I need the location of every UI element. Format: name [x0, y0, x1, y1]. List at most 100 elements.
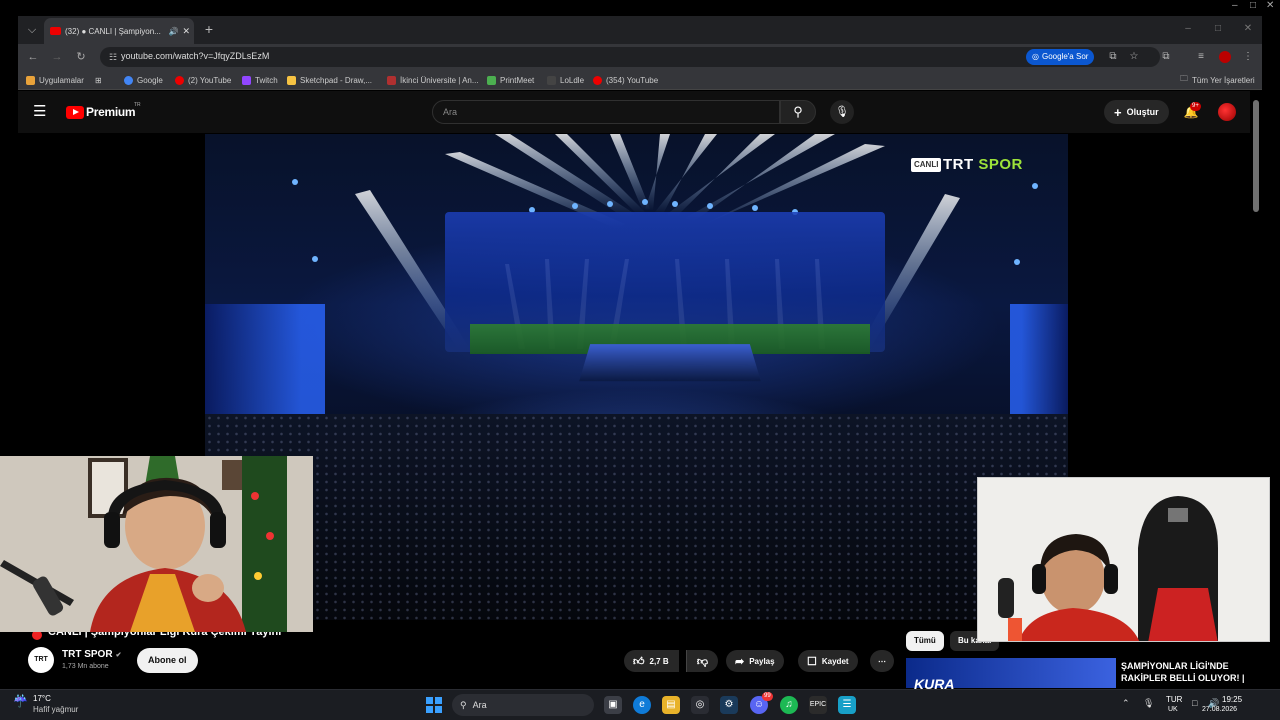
site-info-icon[interactable]: ☷	[106, 50, 120, 64]
close-window-button[interactable]: ✕	[1238, 20, 1258, 38]
maximize-button[interactable]: □	[1208, 20, 1228, 38]
keyboard-layout[interactable]: UK	[1168, 706, 1178, 713]
tray-expand-icon[interactable]: ⌃	[1122, 698, 1130, 709]
create-button[interactable]: + Oluştur	[1104, 100, 1169, 124]
weather-rain-icon[interactable]: ☔	[13, 694, 29, 708]
notifications-badge: 9+	[1190, 102, 1201, 111]
printmeet-icon	[487, 75, 496, 85]
search-icon: ⚲	[460, 699, 467, 710]
chip-all[interactable]: Tümü	[906, 631, 944, 651]
tab-active[interactable]: (32) ● CANLI | Şampiyon... 🔊 ✕	[44, 18, 194, 44]
outer-minimize-button[interactable]: –	[1232, 0, 1238, 11]
save-label: Kaydet	[821, 656, 849, 666]
search-icon: ⚲	[793, 104, 803, 119]
new-tab-button[interactable]: +	[200, 20, 218, 38]
epic-games-icon[interactable]: EPIC	[809, 696, 827, 714]
google-ask-button[interactable]: ◎ Google'a Sor	[1026, 49, 1095, 65]
save-button[interactable]: ☐ Kaydet	[798, 650, 858, 672]
channel-name-text: TRT SPOR	[62, 649, 113, 660]
bookmark-item[interactable]: (354) YouTube	[593, 73, 658, 87]
bookmark-item[interactable]: Sketchpad - Draw,...	[287, 73, 372, 87]
account-avatar[interactable]	[1218, 103, 1236, 121]
subscribe-button[interactable]: Abone ol	[137, 648, 198, 673]
thumbs-up-icon: 👍︎	[633, 655, 645, 668]
clock-date[interactable]: 27.08.2026	[1202, 706, 1237, 713]
start-button[interactable]	[426, 697, 442, 713]
stage-floor	[579, 344, 761, 382]
more-actions-button[interactable]: ⋯	[870, 650, 894, 672]
search-button[interactable]: ⚲	[780, 100, 816, 124]
bookmark-item[interactable]: PrintMeet	[487, 73, 534, 87]
bookmark-label: Sketchpad - Draw,...	[300, 75, 373, 85]
dislike-button[interactable]: 👎︎	[686, 650, 718, 672]
file-explorer-icon[interactable]: ▤	[662, 696, 680, 714]
youtube-logo-icon[interactable]	[66, 106, 84, 119]
weather-description[interactable]: Hafif yağmur	[33, 705, 78, 714]
bookmark-label: İkinci Üniversite | An...	[400, 75, 479, 85]
bookmark-label: (354) YouTube	[606, 75, 659, 85]
tab-audio-icon[interactable]: 🔊	[168, 27, 178, 36]
bookmark-item[interactable]: İkinci Üniversite | An...	[387, 73, 479, 87]
profile-avatar[interactable]	[1219, 51, 1231, 63]
voice-search-button[interactable]: 🎙	[830, 100, 854, 124]
taskbar-search[interactable]: ⚲ Ara	[452, 694, 594, 716]
edge-icon[interactable]: e	[633, 696, 651, 714]
bookmark-star-icon[interactable]: ☆	[1126, 49, 1142, 65]
share-label: Paylaş	[749, 656, 775, 666]
bookmark-item[interactable]: Twitch	[242, 73, 278, 87]
weather-temperature[interactable]: 17°C	[33, 694, 51, 703]
google-lens-icon: ◎	[1032, 52, 1039, 61]
loldle-icon	[547, 75, 556, 85]
bookmark-item[interactable]: Google	[124, 73, 163, 87]
microphone-icon[interactable]: 🎙	[1143, 698, 1154, 709]
watermark-part-b: SPOR	[978, 156, 1023, 173]
bookmark-item[interactable]: (2) YouTube	[175, 73, 231, 87]
back-button[interactable]: ←	[24, 48, 42, 66]
google-ask-label: Google'a Sor	[1041, 52, 1089, 61]
media-control-icon[interactable]: ≡	[1193, 49, 1209, 65]
chrome-icon[interactable]: ◎	[691, 696, 709, 714]
task-view-icon[interactable]: ▣	[604, 696, 622, 714]
extensions-icon[interactable]: ⧉	[1158, 49, 1174, 65]
bookmark-item[interactable]: Uygulamalar	[26, 73, 84, 87]
network-icon[interactable]: □	[1192, 698, 1197, 708]
url-text[interactable]: youtube.com/watch?v=JfqyZDLsEzM	[121, 51, 269, 61]
channel-name[interactable]: TRT SPOR ✔	[62, 649, 121, 660]
watermark-part-a: TRT	[943, 156, 974, 173]
search-input[interactable]: Ara	[432, 100, 780, 124]
steam-icon[interactable]: ⚙	[720, 696, 738, 714]
like-button[interactable]: 👍︎ 2,7 B	[624, 650, 679, 672]
forward-button[interactable]: →	[48, 48, 66, 66]
clock-time[interactable]: 19:25	[1222, 695, 1242, 704]
spotify-icon[interactable]: ♫	[780, 696, 798, 714]
browser-menu-icon[interactable]: ⋮	[1240, 49, 1256, 65]
tab-search-icon[interactable]: ⌵	[22, 20, 42, 40]
apps-button[interactable]: ⊞	[95, 73, 102, 87]
share-button[interactable]: ➦ Paylaş	[726, 650, 784, 672]
bookmark-item[interactable]: LoLdle	[547, 73, 584, 87]
notepad-icon[interactable]: ☰	[838, 696, 856, 714]
recommended-title[interactable]: ŞAMPİYONLAR LİGİ'NDE RAKİPLER BELLİ OLUY…	[1121, 660, 1261, 684]
bookmark-label: Google	[137, 75, 163, 85]
install-app-icon[interactable]: ⧉	[1105, 49, 1121, 65]
youtube-brand[interactable]: Premium	[86, 105, 136, 119]
plus-icon: +	[1114, 104, 1122, 120]
all-bookmarks-label: Tüm Yer İşaretleri	[1192, 75, 1255, 85]
input-language[interactable]: TUR	[1166, 695, 1182, 704]
page-scrollbar[interactable]	[1253, 100, 1259, 212]
region-code: TR	[134, 102, 141, 108]
microphone-icon: 🎙	[835, 106, 849, 118]
all-bookmarks-button[interactable]: 🗀 Tüm Yer İşaretleri	[1180, 73, 1255, 87]
tab-title: (32) ● CANLI | Şampiyon...	[65, 26, 161, 36]
minimize-button[interactable]: –	[1178, 20, 1198, 38]
hamburger-menu-icon[interactable]: ☰	[33, 104, 49, 120]
reload-button[interactable]: ↻	[72, 48, 90, 66]
video-player[interactable]: CANLI TRT SPOR	[205, 134, 1068, 620]
channel-avatar[interactable]: TRT	[28, 647, 54, 673]
outer-close-button[interactable]: ✕	[1266, 0, 1274, 11]
share-arrow-icon: ➦	[735, 655, 745, 668]
verified-icon: ✔	[115, 651, 122, 659]
outer-maximize-button[interactable]: □	[1250, 0, 1256, 11]
bookmark-label: Twitch	[255, 75, 278, 85]
tab-close-icon[interactable]: ✕	[182, 26, 194, 37]
